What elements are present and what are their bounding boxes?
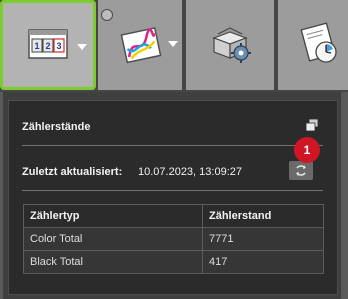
table-header-row: Zählertyp Zählerstand	[23, 204, 324, 228]
counter-dropdown-button[interactable]: 1 2 3	[0, 0, 96, 90]
meter-table: Zählertyp Zählerstand Color Total 7771 B…	[23, 204, 324, 274]
counter-digit-3: 3	[56, 41, 61, 51]
color-chart-icon	[120, 27, 162, 64]
notification-badge: 1	[294, 137, 320, 163]
toolbar: 1 2 3	[0, 0, 348, 92]
counter-digit-1: 1	[34, 41, 39, 51]
divider	[22, 145, 323, 146]
chevron-down-icon	[168, 41, 178, 47]
status-indicator-icon	[101, 9, 113, 21]
chevron-down-icon	[77, 44, 87, 50]
counter-digit-2: 2	[45, 41, 50, 51]
package-settings-button[interactable]	[186, 0, 274, 90]
divider	[22, 190, 323, 191]
document-clock-icon	[300, 22, 337, 63]
last-updated-value: 10.07.2023, 13:09:27	[138, 166, 242, 178]
table-row: Color Total 7771	[23, 227, 324, 251]
table-row: Black Total 417	[23, 250, 324, 274]
export-icon[interactable]	[305, 118, 319, 132]
refresh-button[interactable]	[289, 161, 313, 180]
counter-value-cell: 417	[202, 250, 324, 274]
column-header-counter-value: Zählerstand	[202, 204, 324, 228]
counter-value-cell: 7771	[202, 227, 324, 251]
column-header-counter-type: Zählertyp	[23, 204, 203, 228]
background-strip	[0, 92, 3, 299]
job-history-button[interactable]	[278, 0, 348, 90]
last-updated-label: Zuletzt aktualisiert:	[22, 166, 123, 178]
meter-readings-panel: Zählerstände Zuletzt aktualisiert: 10.07…	[8, 100, 338, 295]
counter-type-cell: Color Total	[23, 227, 203, 251]
panel-title: Zählerstände	[22, 121, 91, 133]
refresh-icon	[296, 165, 306, 176]
counter-type-cell: Black Total	[23, 250, 203, 274]
background-strip	[341, 92, 348, 299]
counter-icon: 1 2 3	[28, 29, 68, 59]
package-settings-icon	[212, 27, 251, 63]
